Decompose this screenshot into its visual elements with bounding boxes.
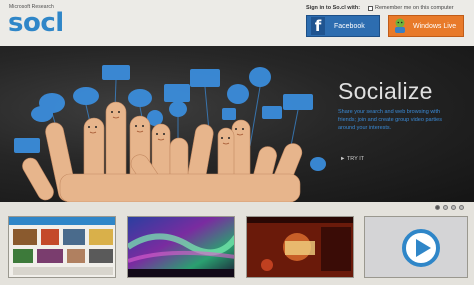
thumbnail-aurora[interactable] xyxy=(127,216,235,278)
carousel-dot[interactable] xyxy=(443,205,448,210)
signin-label: Sign in to So.cl with: xyxy=(306,5,361,11)
site-header: Microsoft Research socl Sign in to So.cl… xyxy=(0,0,474,46)
aurora-image xyxy=(128,217,234,277)
hero-title: Socialize xyxy=(338,78,433,104)
carousel-dot[interactable] xyxy=(451,205,456,210)
carousel-dot[interactable] xyxy=(435,205,440,210)
thumbnail-search-collage[interactable] xyxy=(8,216,116,278)
remember-me-checkbox[interactable]: Remember me on this computer xyxy=(368,5,454,11)
carousel-dot[interactable] xyxy=(459,205,464,210)
windows-live-label: Windows Live xyxy=(413,22,457,30)
remember-me-label: Remember me on this computer xyxy=(375,5,454,11)
windows-live-signin-button[interactable]: Windows Live xyxy=(388,15,464,37)
thumbnail-video[interactable] xyxy=(364,216,468,278)
thumbnail-media-page[interactable] xyxy=(246,216,354,278)
carousel-dots xyxy=(435,205,464,210)
collage-image xyxy=(9,217,115,275)
windows-live-icon xyxy=(393,18,407,34)
video-image xyxy=(365,217,467,277)
hero-description: Share your search and web browsing with … xyxy=(338,109,442,131)
media-page-image xyxy=(247,217,353,277)
hero-link[interactable]: ► TRY IT xyxy=(340,156,364,162)
logo[interactable]: socl xyxy=(8,8,64,38)
facebook-icon: f xyxy=(311,17,325,35)
hero-banner: Socialize Share your search and web brow… xyxy=(0,46,474,202)
facebook-label: Facebook xyxy=(334,22,365,30)
facebook-signin-button[interactable]: f Facebook xyxy=(306,15,380,37)
checkbox-icon[interactable] xyxy=(368,5,373,11)
